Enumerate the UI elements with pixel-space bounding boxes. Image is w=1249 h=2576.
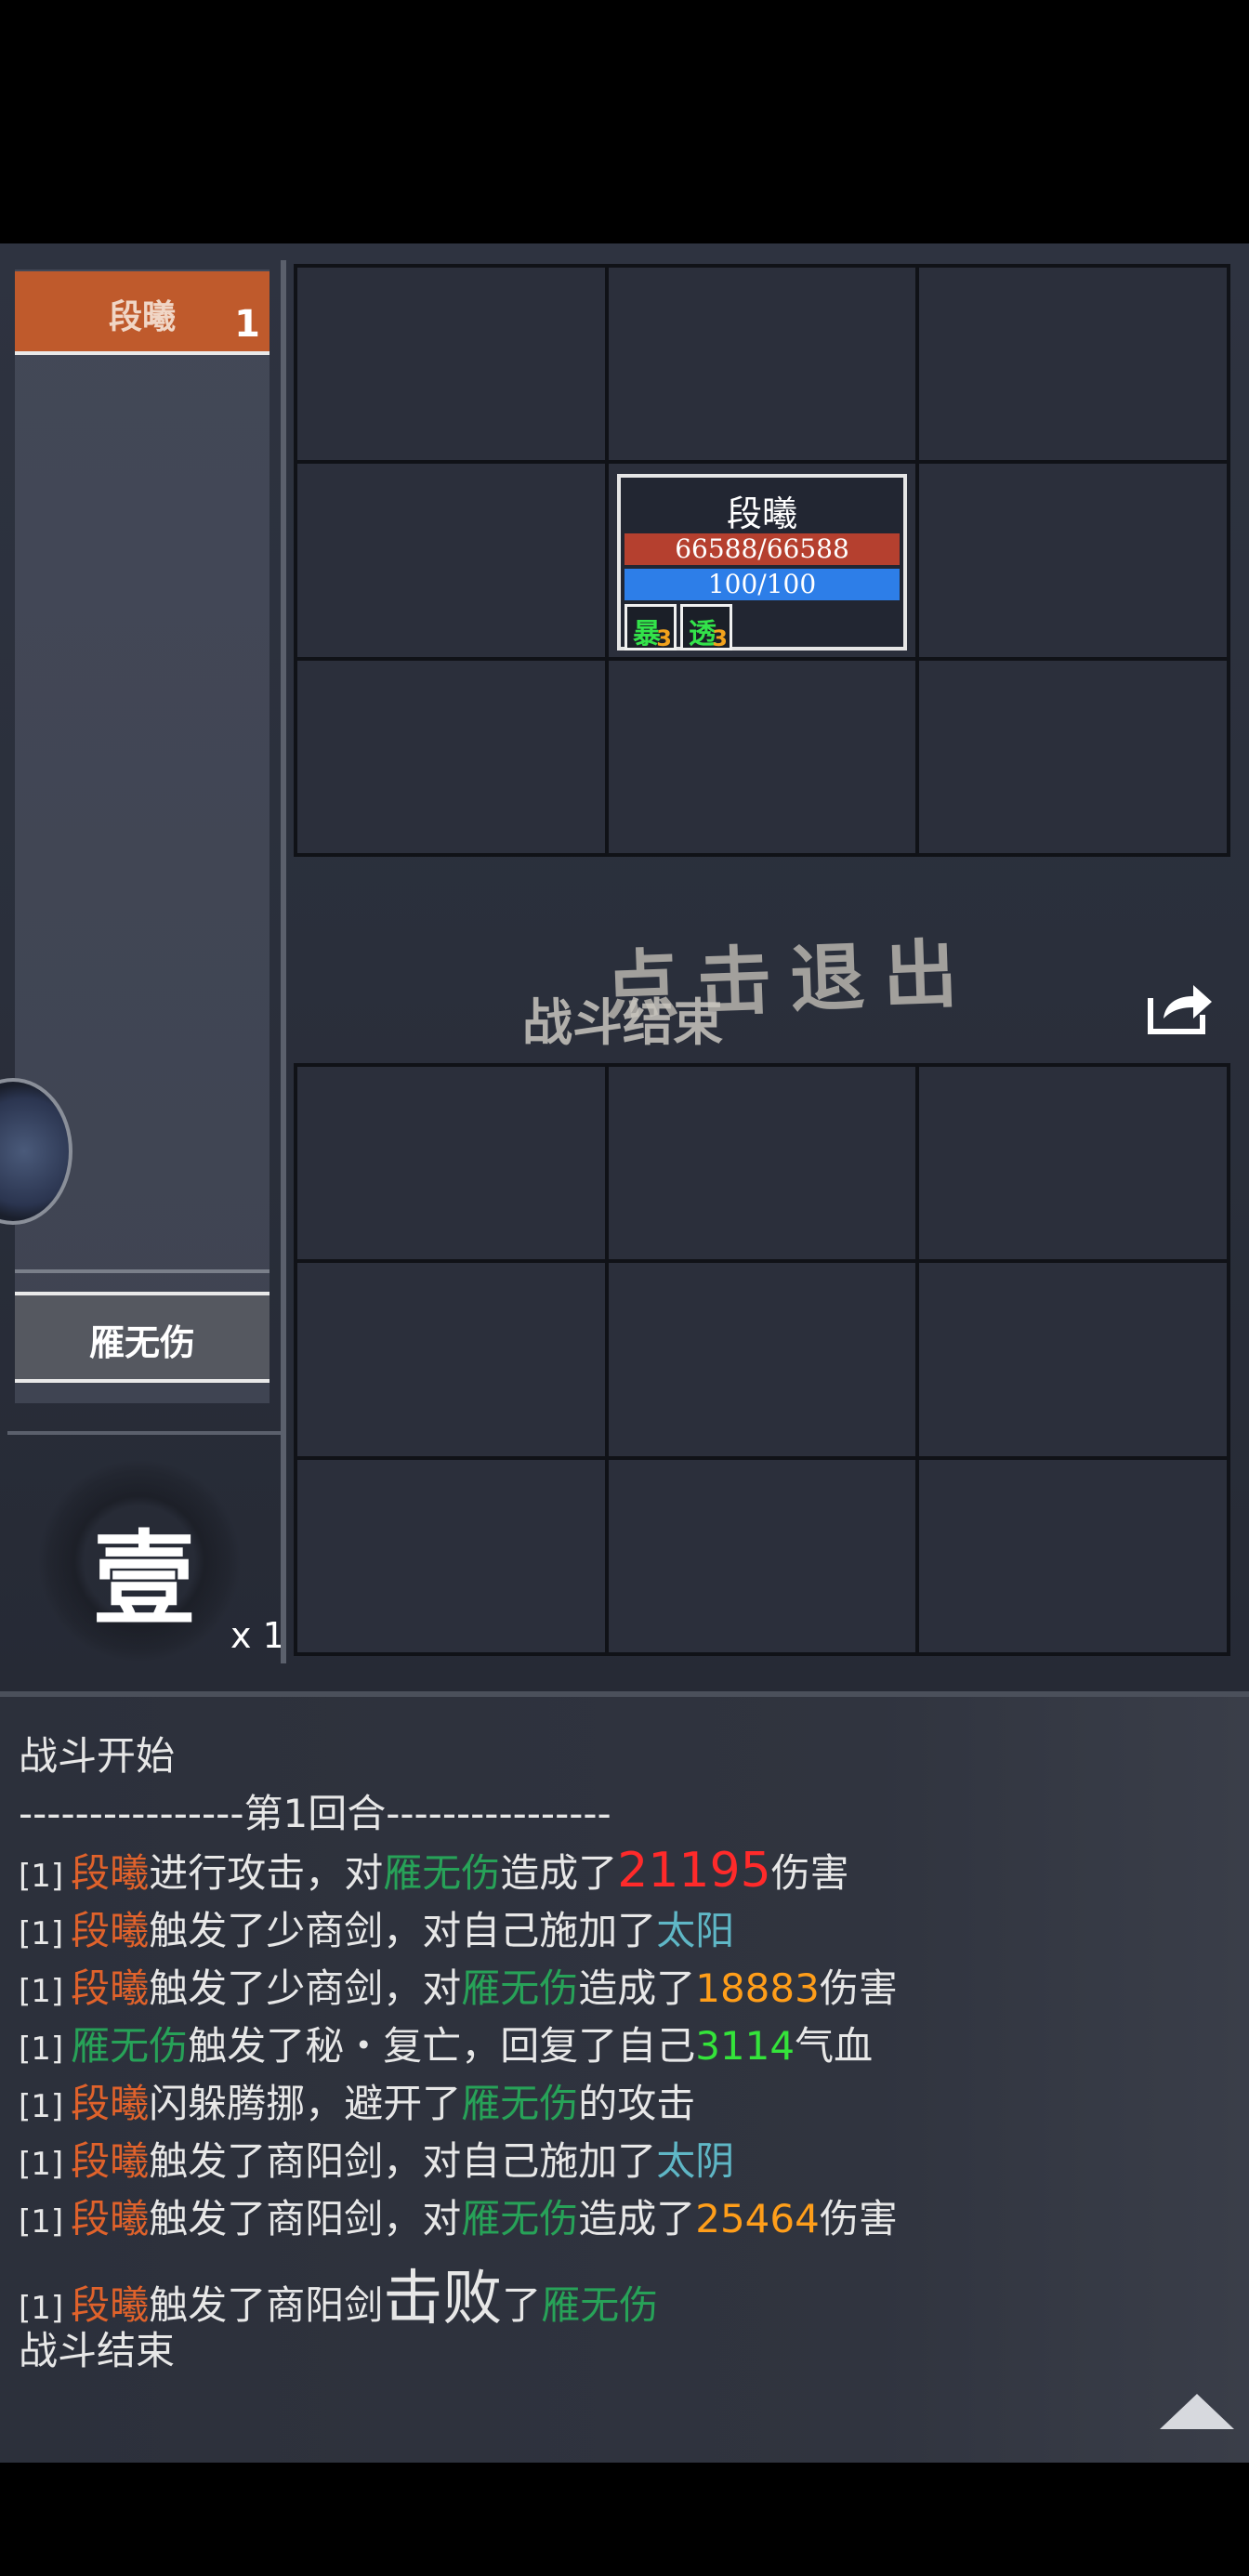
grid-cell[interactable] [608, 268, 916, 461]
log-text: 了 [502, 2282, 542, 2328]
grid-cell[interactable] [297, 1459, 605, 1652]
hp-bar: 66588/66588 [624, 533, 900, 565]
grid-cell[interactable] [297, 464, 605, 657]
log-target-name: 雁无伤 [71, 2023, 189, 2069]
grid-cell[interactable] [608, 1067, 916, 1260]
log-actor-name: 段曦 [71, 1850, 150, 1896]
log-divider [0, 1691, 1249, 1697]
log-text: 造成了 [578, 2196, 696, 2241]
log-round-index: [1] [19, 1973, 64, 2010]
log-entry: [1] 段曦触发了少商剑，对自己施加了太阳 [19, 1899, 734, 1956]
grid-cell[interactable] [919, 268, 1227, 461]
log-entry: [1] 雁无伤触发了秘・复亡，回复了自己3114气血 [19, 2015, 873, 2071]
log-text: 伤害 [819, 2196, 898, 2241]
crit-buff-icon[interactable]: 暴 3 [624, 604, 677, 651]
enemy-team-name: 雁无伤 [88, 1322, 195, 1363]
buff-level: 3 [656, 625, 672, 651]
log-entry: [1] 段曦触发了少商剑，对雁无伤造成了18883伤害 [19, 1957, 898, 2014]
log-text: 闪躲腾挪，避开了 [149, 2081, 462, 2126]
log-target-name: 雁无伤 [461, 1965, 579, 2011]
mp-bar: 100/100 [624, 569, 900, 600]
game-screen: { "left_panel": { "player_name": "段曦", "… [0, 0, 1249, 2576]
log-text: 触发了商阳剑，对 [149, 2196, 462, 2241]
log-end-line: 战斗结束 [19, 2328, 176, 2373]
round-multiplier[interactable]: x 1 [230, 1615, 285, 1656]
battle-end-text: 战斗结束 [522, 992, 723, 1052]
log-text: 击败 [383, 2265, 503, 2333]
log-round-index: [1] [19, 2203, 64, 2241]
log-actor-name: 段曦 [71, 2138, 150, 2184]
log-round-index: [1] [19, 2146, 64, 2183]
log-buff-name: 太阳 [656, 1908, 735, 1953]
log-text: 伤害 [819, 1965, 898, 2011]
log-target-name: 雁无伤 [383, 1850, 501, 1896]
log-text: 触发了商阳剑 [149, 2282, 384, 2328]
grid-cell[interactable] [608, 660, 916, 853]
log-text: 触发了秘・复亡，回复了自己 [188, 2023, 696, 2069]
buff-level: 3 [712, 625, 728, 651]
log-target-name: 雁无伤 [461, 2196, 579, 2241]
player-team-name: 段曦 [108, 298, 176, 336]
log-target-name: 雁无伤 [461, 2081, 579, 2126]
grid-cell[interactable] [919, 1067, 1227, 1260]
grid-cell[interactable] [919, 1263, 1227, 1456]
log-actor-name: 段曦 [71, 1908, 150, 1953]
log-text: 触发了少商剑，对自己施加了 [149, 1908, 657, 1953]
log-round-header: ----------------第1回合---------------- [19, 1791, 611, 1836]
log-entry: [1] 段曦触发了商阳剑，对自己施加了太阴 [19, 2130, 734, 2187]
unit-card[interactable]: 段曦 66588/66588 100/100 暴 3 透 3 [617, 474, 907, 651]
log-actor-name: 段曦 [71, 2081, 150, 2126]
scroll-up-icon[interactable] [1160, 2394, 1234, 2429]
grid-cell[interactable] [608, 1263, 916, 1456]
enemy-formation-grid [294, 1063, 1230, 1656]
player-team-count: 1 [234, 303, 260, 346]
log-actor-name: 段曦 [71, 1965, 150, 2011]
log-round-index: [1] [19, 2031, 64, 2068]
log-entry: [1] 段曦触发了商阳剑，对雁无伤造成了25464伤害 [19, 2188, 898, 2244]
log-text: 伤害 [770, 1850, 849, 1896]
log-damage-value: 25464 [695, 2196, 820, 2241]
log-round-index: [1] [19, 1858, 64, 1895]
log-entry: [1] 段曦闪躲腾挪，避开了雁无伤的攻击 [19, 2072, 695, 2129]
enemy-team-tab[interactable]: 雁无伤 [15, 1292, 270, 1383]
log-actor-name: 段曦 [71, 2196, 150, 2241]
hp-text: 66588/66588 [675, 533, 849, 564]
log-entry: [1] 段曦进行攻击，对雁无伤造成了21195伤害 [19, 1842, 849, 1899]
log-text: 的攻击 [578, 2081, 696, 2126]
log-target-name: 雁无伤 [541, 2282, 659, 2328]
log-text: 触发了少商剑，对 [149, 1965, 462, 2011]
grid-cell[interactable] [297, 268, 605, 461]
unit-name: 段曦 [726, 493, 797, 534]
left-separator [7, 1431, 286, 1435]
log-text: 进行攻击，对 [149, 1850, 384, 1896]
mp-text: 100/100 [707, 569, 817, 599]
grid-cell[interactable] [919, 464, 1227, 657]
log-damage-value: 18883 [695, 1965, 820, 2011]
log-buff-name: 太阴 [656, 2138, 735, 2184]
grid-cell[interactable] [919, 1459, 1227, 1652]
grid-cell[interactable] [297, 1263, 605, 1456]
grid-cell[interactable] [297, 1067, 605, 1260]
log-start-line: 战斗开始 [19, 1733, 176, 1779]
round-number: 壹 [93, 1519, 195, 1639]
grid-cell[interactable] [297, 660, 605, 853]
column-separator [281, 260, 286, 1663]
log-damage-value: 21195 [617, 1843, 771, 1899]
log-round-index: [1] [19, 2088, 64, 2125]
player-team-tab[interactable]: 段曦 1 [15, 271, 270, 355]
share-icon[interactable] [1145, 978, 1216, 1037]
grid-cell[interactable] [919, 660, 1227, 853]
grid-cell[interactable] [608, 1459, 916, 1652]
log-text: 触发了商阳剑，对自己施加了 [149, 2138, 657, 2184]
left-divider [15, 1269, 270, 1273]
pierce-buff-icon[interactable]: 透 3 [680, 604, 732, 651]
team-list-panel [15, 269, 270, 1403]
log-round-index: [1] [19, 1915, 64, 1952]
log-text: 造成了 [578, 1965, 696, 2011]
log-heal-value: 3114 [695, 2023, 795, 2069]
log-text: 气血 [795, 2023, 874, 2069]
log-text: 造成了 [500, 1850, 618, 1896]
